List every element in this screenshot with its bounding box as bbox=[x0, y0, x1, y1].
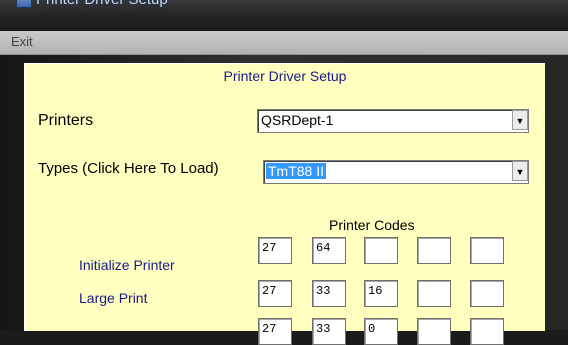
chevron-down-icon[interactable]: ▼ bbox=[512, 161, 528, 181]
types-dropdown-value: TmT88 II bbox=[266, 163, 327, 179]
code-field[interactable]: 0 bbox=[364, 318, 398, 345]
code-field[interactable]: 64 bbox=[312, 237, 346, 264]
printers-dropdown[interactable]: QSRDept-1 ▼ bbox=[257, 109, 529, 133]
code-field[interactable]: 27 bbox=[258, 237, 292, 264]
code-field[interactable] bbox=[364, 237, 398, 264]
code-field[interactable]: 16 bbox=[364, 280, 398, 307]
chevron-down-icon[interactable]: ▼ bbox=[512, 110, 528, 130]
row-label-large-print: Large Print bbox=[79, 290, 148, 306]
code-field[interactable]: 27 bbox=[258, 280, 292, 307]
code-field[interactable]: 33 bbox=[312, 318, 346, 345]
code-field[interactable]: 27 bbox=[258, 318, 292, 345]
menu-exit[interactable]: Exit bbox=[11, 34, 33, 49]
menu-bar: Exit bbox=[0, 31, 568, 55]
printers-dropdown-value: QSRDept-1 bbox=[261, 112, 334, 128]
window-title: Printer Driver Setup bbox=[36, 0, 168, 8]
code-field[interactable]: 33 bbox=[312, 280, 346, 307]
code-field[interactable] bbox=[470, 280, 504, 307]
code-field[interactable] bbox=[470, 237, 504, 264]
types-label[interactable]: Types (Click Here To Load) bbox=[38, 160, 219, 177]
printers-label: Printers bbox=[38, 112, 94, 129]
row-label-initialize-printer: Initialize Printer bbox=[79, 257, 175, 273]
types-dropdown[interactable]: TmT88 II ▼ bbox=[263, 160, 529, 184]
title-bar[interactable]: Printer Driver Setup bbox=[0, 0, 568, 31]
code-field[interactable] bbox=[417, 237, 451, 264]
code-field[interactable] bbox=[417, 318, 451, 345]
printer-app-icon bbox=[16, 0, 32, 8]
printer-codes-header: Printer Codes bbox=[329, 217, 415, 233]
printer-setup-panel: Printer Driver Setup Printers QSRDept-1 … bbox=[24, 63, 545, 345]
code-field[interactable] bbox=[470, 318, 504, 345]
code-field[interactable] bbox=[417, 280, 451, 307]
panel-title: Printer Driver Setup bbox=[223, 68, 347, 84]
